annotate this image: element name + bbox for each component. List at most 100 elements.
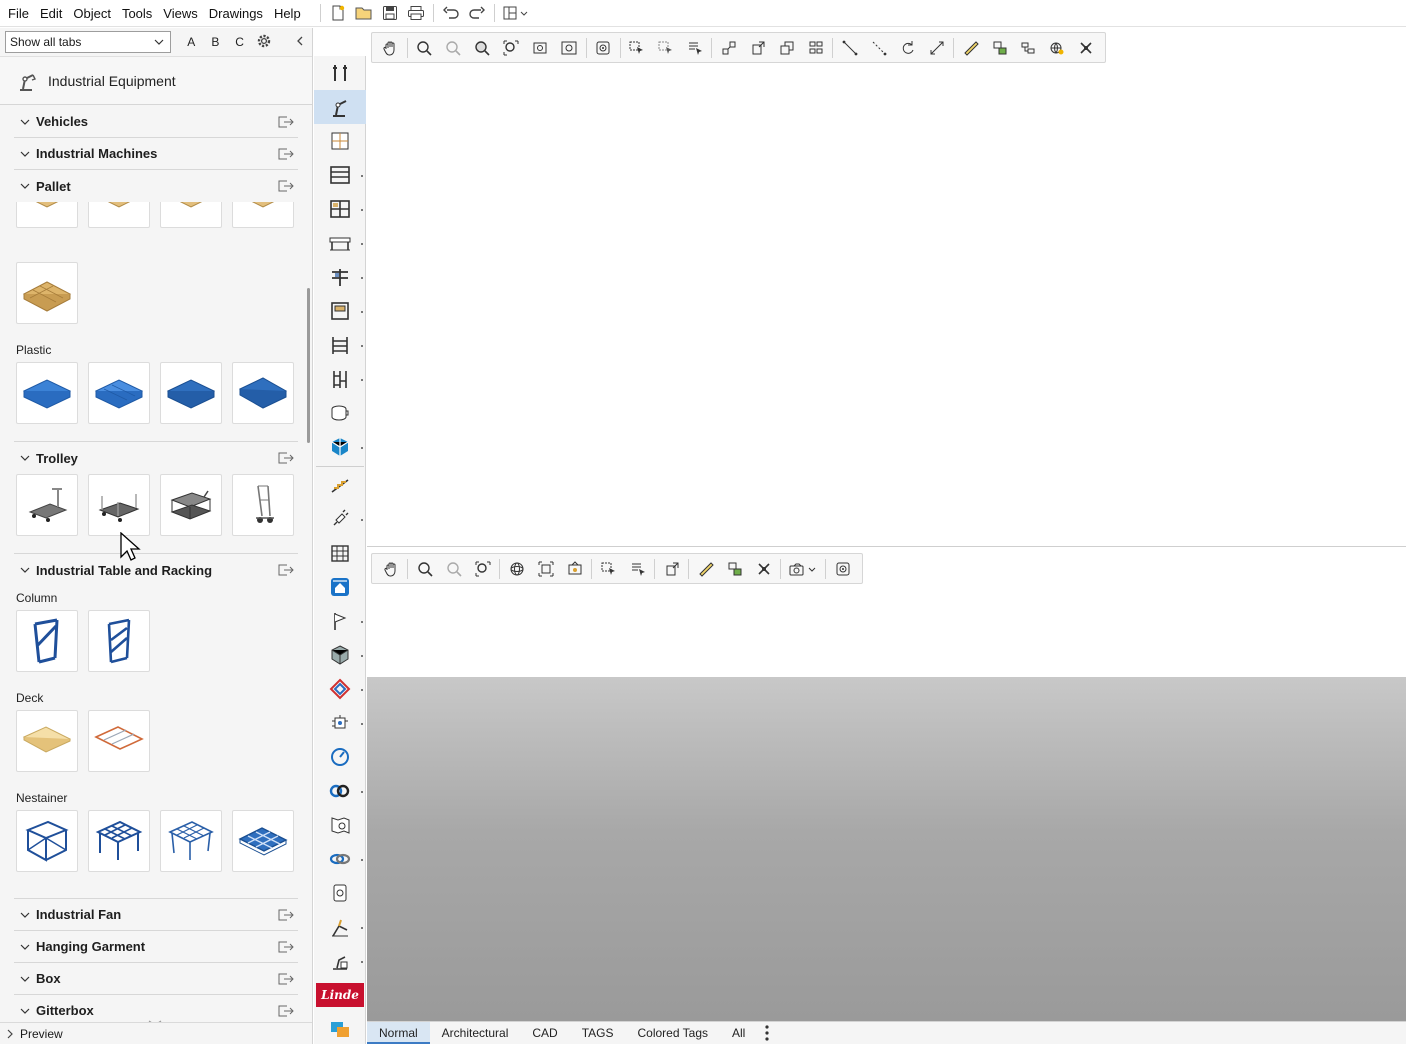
zoom-out-icon[interactable]	[439, 556, 468, 581]
stretch-icon[interactable]	[657, 556, 686, 581]
tab-all[interactable]: All	[720, 1022, 757, 1044]
plan-viewport[interactable]	[367, 28, 1406, 546]
cup-icon[interactable]	[314, 396, 366, 430]
new-file-icon[interactable]	[325, 1, 351, 25]
tab-normal[interactable]: Normal	[367, 1022, 430, 1044]
menu-object[interactable]: Object	[67, 0, 116, 27]
redo-icon[interactable]	[464, 1, 490, 25]
hand-truck-tile[interactable]	[232, 474, 294, 536]
plastic-pallet-tile[interactable]	[16, 362, 78, 424]
detach-icon[interactable]	[274, 148, 298, 160]
open-folder-icon[interactable]	[351, 1, 377, 25]
tools-wrench-icon[interactable]	[314, 56, 366, 90]
shapes-icon[interactable]	[314, 1012, 366, 1046]
column-tile[interactable]	[16, 610, 78, 672]
settings-gear-icon[interactable]	[252, 33, 276, 52]
walk-icon[interactable]	[560, 556, 589, 581]
wood-pallet-tile[interactable]	[160, 202, 222, 228]
gauge-icon[interactable]	[314, 740, 366, 774]
fit-view-icon[interactable]	[531, 556, 560, 581]
group-icon[interactable]	[985, 35, 1014, 60]
detach-icon[interactable]	[274, 973, 298, 985]
device-icon[interactable]	[314, 876, 366, 910]
wall-icon[interactable]	[314, 124, 366, 158]
dimension-icon[interactable]	[922, 35, 951, 60]
filter-c-button[interactable]: C	[227, 35, 251, 49]
select-icon[interactable]	[594, 556, 623, 581]
home-app-icon[interactable]	[314, 570, 366, 604]
trolley-tile[interactable]	[16, 474, 78, 536]
tab-tags[interactable]: TAGS	[570, 1022, 626, 1044]
link-icon[interactable]	[314, 842, 366, 876]
category-industrial-table-racking[interactable]: Industrial Table and Racking	[14, 554, 298, 586]
detach-icon[interactable]	[274, 564, 298, 576]
category-industrial-fan[interactable]: Industrial Fan	[14, 899, 298, 931]
trolley-tile[interactable]	[160, 474, 222, 536]
category-pallet[interactable]: Pallet	[14, 170, 298, 202]
storage-rack-icon[interactable]	[314, 328, 366, 362]
crane-icon[interactable]	[314, 910, 366, 944]
zoom-icon[interactable]	[410, 35, 439, 60]
menu-drawings[interactable]: Drawings	[203, 0, 268, 27]
delete-icon[interactable]	[1072, 35, 1101, 60]
conveyor-icon[interactable]	[314, 226, 366, 260]
array-icon[interactable]	[801, 35, 830, 60]
detach-icon[interactable]	[274, 180, 298, 192]
line-icon[interactable]	[835, 35, 864, 60]
pan-hand-icon[interactable]	[376, 556, 405, 581]
globe-settings-icon[interactable]	[1043, 35, 1072, 60]
flag-icon[interactable]	[314, 604, 366, 638]
undo-icon[interactable]	[438, 1, 464, 25]
center-view-icon[interactable]	[589, 35, 618, 60]
category-vehicles[interactable]: Vehicles	[14, 106, 298, 138]
cantilever-icon[interactable]	[314, 294, 366, 328]
plug-icon[interactable]	[314, 502, 366, 536]
zoom-page-icon[interactable]	[526, 35, 555, 60]
3d-model-icon[interactable]	[314, 430, 366, 464]
detach-icon[interactable]	[274, 909, 298, 921]
menu-tools[interactable]: Tools	[116, 0, 157, 27]
zoom-extents-icon[interactable]	[468, 556, 497, 581]
trolley-tile[interactable]	[88, 474, 150, 536]
column-tile[interactable]	[88, 610, 150, 672]
collapse-panel-icon[interactable]	[288, 35, 312, 49]
cube-group-icon[interactable]	[314, 638, 366, 672]
save-icon[interactable]	[377, 1, 403, 25]
deck-tile[interactable]	[88, 710, 150, 772]
layout-dropdown-icon[interactable]	[499, 1, 533, 25]
select-list-icon[interactable]	[681, 35, 710, 60]
category-hanging-garment[interactable]: Hanging Garment	[14, 931, 298, 963]
polyline-icon[interactable]	[864, 35, 893, 60]
print-icon[interactable]	[403, 1, 429, 25]
3d-viewport[interactable]	[367, 547, 1406, 1021]
industrial-equipment-icon[interactable]	[314, 90, 366, 124]
show-tabs-dropdown[interactable]: Show all tabs	[5, 31, 171, 53]
component-icon[interactable]	[314, 706, 366, 740]
deck-tile[interactable]	[16, 710, 78, 772]
group-icon[interactable]	[720, 556, 749, 581]
detach-icon[interactable]	[274, 452, 298, 464]
wood-pallet-tile[interactable]	[16, 262, 78, 324]
zoom-out-icon[interactable]	[439, 35, 468, 60]
pan-hand-icon[interactable]	[376, 35, 405, 60]
select-list-icon[interactable]	[623, 556, 652, 581]
zoom-window-icon[interactable]	[468, 35, 497, 60]
plastic-pallet-tile[interactable]	[232, 362, 294, 424]
wood-pallet-tile[interactable]	[88, 202, 150, 228]
ladder-rack-icon[interactable]	[314, 362, 366, 396]
orbit-icon[interactable]	[502, 556, 531, 581]
menu-file[interactable]: File	[0, 0, 34, 27]
pallet-rack-icon[interactable]	[314, 192, 366, 226]
rotate-icon[interactable]	[893, 35, 922, 60]
filter-a-button[interactable]: A	[179, 35, 203, 49]
library-scrollbar[interactable]	[307, 288, 310, 443]
select-icon[interactable]	[623, 35, 652, 60]
nestainer-tile[interactable]	[16, 810, 78, 872]
linde-logo-icon[interactable]: Linde	[314, 978, 366, 1012]
tab-cad[interactable]: CAD	[520, 1022, 569, 1044]
zoom-icon[interactable]	[410, 556, 439, 581]
menu-edit[interactable]: Edit	[34, 0, 67, 27]
tab-colored-tags[interactable]: Colored Tags	[626, 1022, 721, 1044]
network-icon[interactable]	[314, 672, 366, 706]
stairs-icon[interactable]	[314, 468, 366, 502]
